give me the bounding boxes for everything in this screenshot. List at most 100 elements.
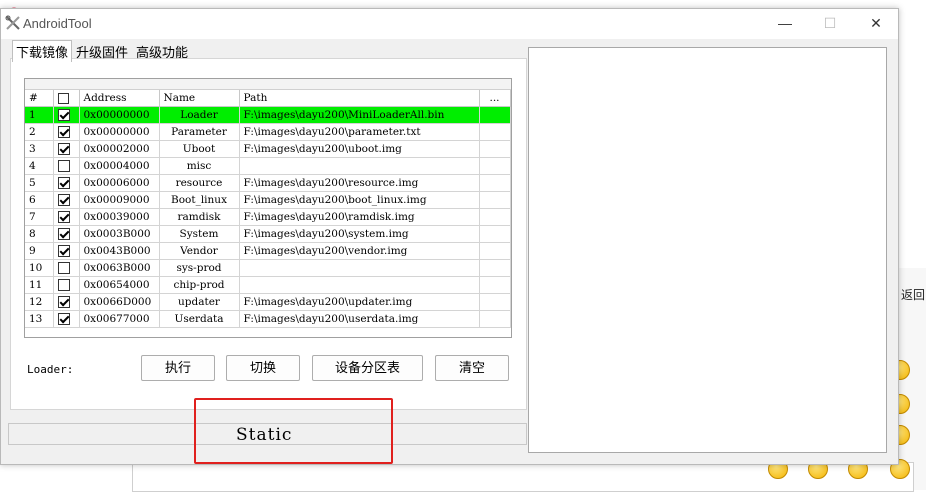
cell-more[interactable] bbox=[479, 225, 511, 243]
cell-path[interactable] bbox=[239, 259, 480, 277]
table-row[interactable]: 9 0x0043B000 Vendor F:\images\dayu200\vendo… bbox=[25, 242, 511, 260]
cell-path[interactable]: F:\images\dayu200\updater.img bbox=[239, 293, 480, 311]
table-row[interactable]: 1 0x00000000 Loader F:\images\dayu200\MiniL… bbox=[25, 106, 511, 124]
cell-index: 1 bbox=[25, 106, 54, 124]
cell-checkbox[interactable] bbox=[53, 140, 80, 158]
row-checkbox[interactable] bbox=[57, 177, 70, 189]
back-text[interactable]: 返回 bbox=[901, 286, 925, 303]
cell-index: 10 bbox=[25, 259, 54, 277]
cell-checkbox[interactable] bbox=[53, 174, 80, 192]
tab-bar: 下载镜像 升级固件 高级功能 bbox=[12, 40, 192, 63]
row-checkbox[interactable] bbox=[57, 211, 70, 223]
row-checkbox[interactable] bbox=[57, 262, 70, 274]
cell-path[interactable]: F:\images\dayu200\parameter.txt bbox=[239, 123, 480, 141]
row-checkbox[interactable] bbox=[57, 279, 70, 291]
row-checkbox[interactable] bbox=[57, 228, 70, 240]
cell-address: 0x00677000 bbox=[79, 310, 160, 328]
cell-address: 0x0066D000 bbox=[79, 293, 160, 311]
background-input-box[interactable] bbox=[132, 462, 914, 492]
cell-checkbox[interactable] bbox=[53, 208, 80, 226]
cell-index: 11 bbox=[25, 276, 54, 294]
table-row[interactable]: 12 0x0066D000 updater F:\images\dayu200\upd… bbox=[25, 293, 511, 311]
table-row[interactable]: 6 0x00009000 Boot_linux F:\images\dayu200\b… bbox=[25, 191, 511, 209]
cell-checkbox[interactable] bbox=[53, 191, 80, 209]
cell-more[interactable] bbox=[479, 174, 511, 192]
close-button[interactable]: ✕ bbox=[853, 9, 899, 39]
table-row[interactable]: 4 0x00004000 misc bbox=[25, 157, 511, 175]
cell-more[interactable] bbox=[479, 242, 511, 260]
cell-checkbox[interactable] bbox=[53, 106, 80, 124]
cell-more[interactable] bbox=[479, 276, 511, 294]
row-checkbox[interactable] bbox=[57, 109, 70, 121]
cell-path[interactable]: F:\images\dayu200\vendor.img bbox=[239, 242, 480, 260]
device-partition-table-button[interactable]: 设备分区表 bbox=[312, 355, 423, 381]
cell-index: 8 bbox=[25, 225, 54, 243]
cell-checkbox[interactable] bbox=[53, 310, 80, 328]
cell-checkbox[interactable] bbox=[53, 276, 80, 294]
row-checkbox[interactable] bbox=[57, 296, 70, 308]
table-row[interactable]: 3 0x00002000 Uboot F:\images\dayu200\uboot.… bbox=[25, 140, 511, 158]
cell-path[interactable]: F:\images\dayu200\userdata.img bbox=[239, 310, 480, 328]
clear-button[interactable]: 清空 bbox=[435, 355, 509, 381]
cell-checkbox[interactable] bbox=[53, 157, 80, 175]
minimize-button[interactable]: — bbox=[762, 9, 808, 39]
tab-upgrade-firmware[interactable]: 升级固件 bbox=[72, 40, 132, 63]
cell-more[interactable] bbox=[479, 310, 511, 328]
cell-path[interactable]: F:\images\dayu200\boot_linux.img bbox=[239, 191, 480, 209]
cell-checkbox[interactable] bbox=[53, 123, 80, 141]
cell-checkbox[interactable] bbox=[53, 242, 80, 260]
cell-path[interactable] bbox=[239, 276, 480, 294]
col-name-header: Name bbox=[159, 90, 240, 107]
row-checkbox[interactable] bbox=[57, 126, 70, 138]
title-bar[interactable]: AndroidTool — ☐ ✕ bbox=[1, 9, 898, 39]
cell-more[interactable] bbox=[479, 157, 511, 175]
run-button[interactable]: 执行 bbox=[141, 355, 215, 381]
table-row[interactable]: 11 0x00654000 chip-prod bbox=[25, 276, 511, 294]
cell-path[interactable]: F:\images\dayu200\ramdisk.img bbox=[239, 208, 480, 226]
row-checkbox[interactable] bbox=[57, 160, 70, 172]
table-row[interactable]: 7 0x00039000 ramdisk F:\images\dayu200\ramd… bbox=[25, 208, 511, 226]
cell-index: 3 bbox=[25, 140, 54, 158]
maximize-button[interactable]: ☐ bbox=[807, 9, 853, 39]
row-checkbox[interactable] bbox=[57, 245, 70, 257]
cell-checkbox[interactable] bbox=[53, 259, 80, 277]
cell-path[interactable]: F:\images\dayu200\resource.img bbox=[239, 174, 480, 192]
cell-more[interactable] bbox=[479, 208, 511, 226]
table-row[interactable]: 8 0x0003B000 System F:\images\dayu200\syste… bbox=[25, 225, 511, 243]
cell-index: 13 bbox=[25, 310, 54, 328]
tab-download-image[interactable]: 下载镜像 bbox=[12, 40, 73, 62]
cell-checkbox[interactable] bbox=[53, 225, 80, 243]
cell-more[interactable] bbox=[479, 259, 511, 277]
cell-more[interactable] bbox=[479, 191, 511, 209]
cell-name: ramdisk bbox=[159, 208, 240, 226]
cell-checkbox[interactable] bbox=[53, 293, 80, 311]
table-row[interactable]: 13 0x00677000 Userdata F:\images\dayu200\us… bbox=[25, 310, 511, 328]
cell-more[interactable] bbox=[479, 293, 511, 311]
table-row[interactable]: 10 0x0063B000 sys-prod bbox=[25, 259, 511, 277]
cell-address: 0x00002000 bbox=[79, 140, 160, 158]
table-row[interactable]: 2 0x00000000 Parameter F:\images\dayu200\pa… bbox=[25, 123, 511, 141]
cell-address: 0x00006000 bbox=[79, 174, 160, 192]
col-more-header: ... bbox=[479, 90, 511, 107]
log-output-box[interactable] bbox=[528, 47, 887, 453]
cell-index: 7 bbox=[25, 208, 54, 226]
cell-path[interactable]: F:\images\dayu200\uboot.img bbox=[239, 140, 480, 158]
select-all-checkbox[interactable] bbox=[57, 92, 69, 104]
cell-more[interactable] bbox=[479, 123, 511, 141]
grid-top-strip bbox=[25, 79, 511, 90]
row-checkbox[interactable] bbox=[57, 194, 70, 206]
table-row[interactable]: 5 0x00006000 resource F:\images\dayu200\res… bbox=[25, 174, 511, 192]
cell-path[interactable]: F:\images\dayu200\MiniLoaderAll.bin bbox=[239, 106, 480, 124]
cell-more[interactable] bbox=[479, 106, 511, 124]
col-address-header: Address bbox=[79, 90, 160, 107]
cell-path[interactable] bbox=[239, 157, 480, 175]
cell-name: Uboot bbox=[159, 140, 240, 158]
switch-button[interactable]: 切换 bbox=[226, 355, 300, 381]
row-checkbox[interactable] bbox=[57, 143, 70, 155]
row-checkbox[interactable] bbox=[57, 313, 70, 325]
cell-address: 0x00000000 bbox=[79, 106, 160, 124]
tab-advanced[interactable]: 高级功能 bbox=[132, 40, 192, 63]
cell-path[interactable]: F:\images\dayu200\system.img bbox=[239, 225, 480, 243]
col-check-header[interactable] bbox=[53, 90, 80, 107]
cell-more[interactable] bbox=[479, 140, 511, 158]
